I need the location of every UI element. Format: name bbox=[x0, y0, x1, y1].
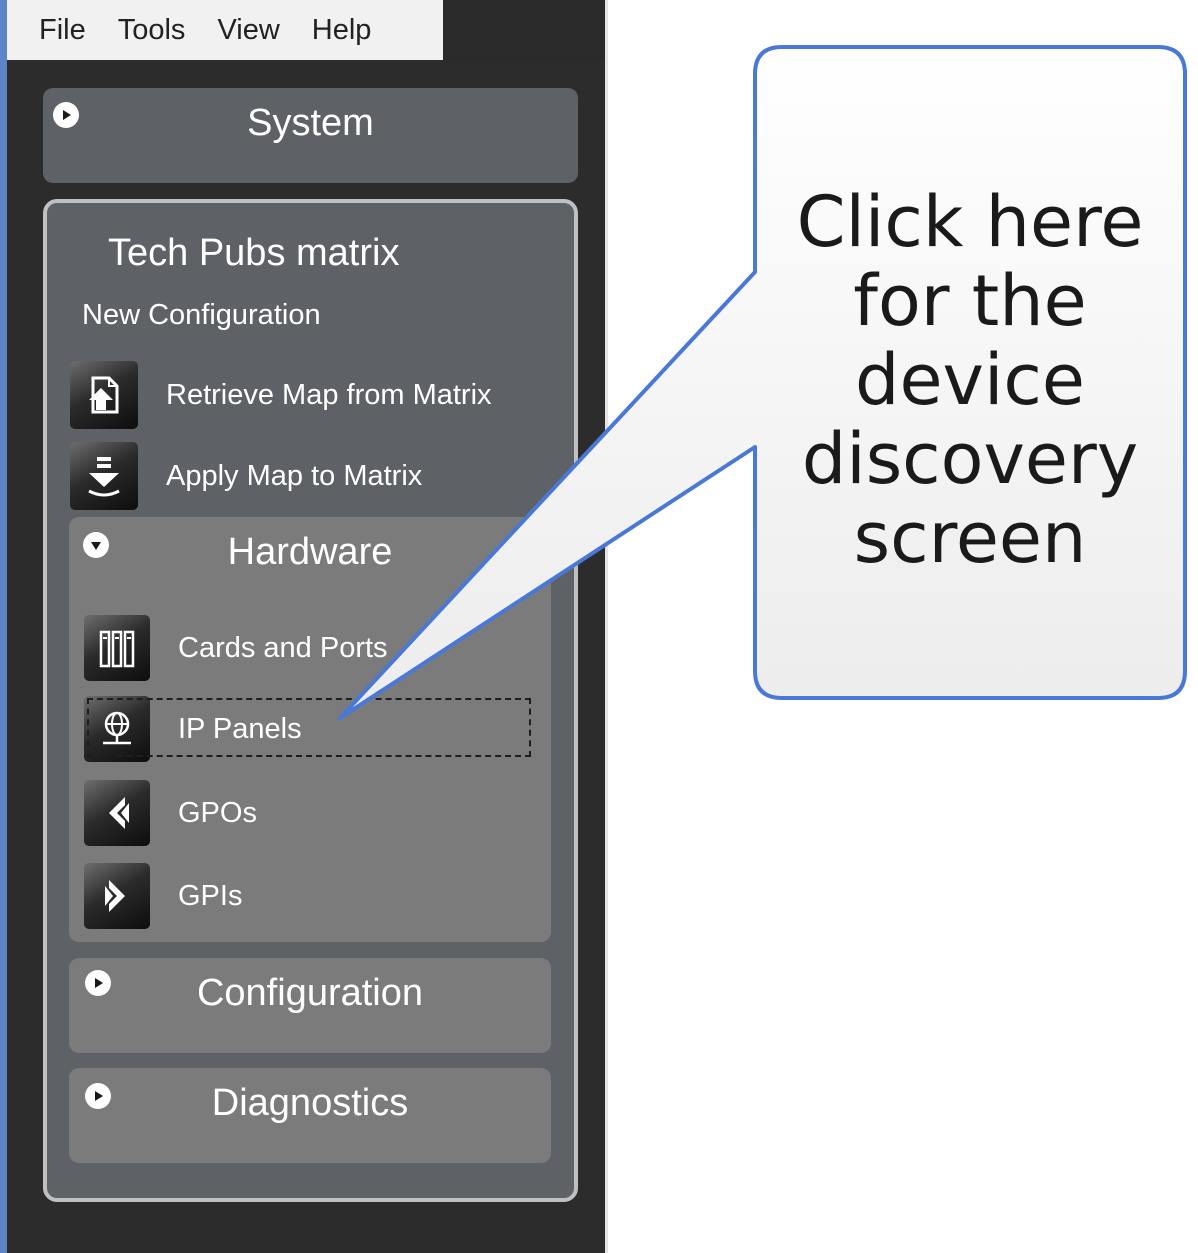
apply-map-button[interactable]: Apply Map to Matrix bbox=[70, 441, 422, 511]
callout-line-1: Click here bbox=[796, 181, 1144, 263]
system-section-header[interactable]: System bbox=[43, 88, 578, 183]
callout-line-2: for the bbox=[853, 260, 1087, 342]
diagnostics-section-header[interactable]: Diagnostics bbox=[69, 1068, 551, 1163]
callout-text: Click here for the device discovery scre… bbox=[760, 183, 1180, 578]
menubar-dark-fill bbox=[443, 0, 605, 60]
menu-tools[interactable]: Tools bbox=[118, 14, 186, 47]
pane-divider[interactable] bbox=[605, 0, 615, 1253]
gpis-label: GPIs bbox=[178, 879, 243, 912]
configuration-section-header[interactable]: Configuration bbox=[69, 958, 551, 1053]
menu-help[interactable]: Help bbox=[312, 14, 372, 47]
gpi-arrow-icon bbox=[84, 863, 150, 929]
menu-bar: File Tools View Help bbox=[7, 0, 443, 60]
system-section-title: System bbox=[247, 102, 374, 144]
cards-and-ports-item[interactable]: Cards and Ports bbox=[84, 614, 388, 682]
callout-line-4: discovery bbox=[801, 418, 1139, 500]
menu-view[interactable]: View bbox=[217, 14, 279, 47]
diagnostics-section-title: Diagnostics bbox=[211, 1082, 409, 1124]
callout-line-3: device bbox=[855, 339, 1085, 421]
gpos-label: GPOs bbox=[178, 796, 257, 829]
cards-and-ports-label: Cards and Ports bbox=[178, 631, 388, 664]
configuration-name: New Configuration bbox=[82, 299, 321, 331]
menu-file[interactable]: File bbox=[39, 14, 86, 47]
gpo-arrow-icon bbox=[84, 780, 150, 846]
window-left-edge bbox=[0, 0, 7, 1253]
hardware-section-title[interactable]: Hardware bbox=[69, 531, 551, 574]
apply-map-icon bbox=[70, 442, 138, 510]
cards-ports-icon bbox=[84, 615, 150, 681]
gpos-item[interactable]: GPOs bbox=[84, 779, 257, 847]
gpis-item[interactable]: GPIs bbox=[84, 862, 242, 930]
matrix-title: Tech Pubs matrix bbox=[108, 232, 400, 274]
retrieve-map-label: Retrieve Map from Matrix bbox=[166, 378, 492, 411]
callout-line-5: screen bbox=[853, 497, 1087, 579]
retrieve-map-icon bbox=[70, 361, 138, 429]
ip-panels-focus-rectangle bbox=[87, 698, 531, 757]
configuration-section-title: Configuration bbox=[196, 972, 424, 1014]
apply-map-label: Apply Map to Matrix bbox=[166, 459, 423, 492]
retrieve-map-button[interactable]: Retrieve Map from Matrix bbox=[70, 360, 492, 430]
